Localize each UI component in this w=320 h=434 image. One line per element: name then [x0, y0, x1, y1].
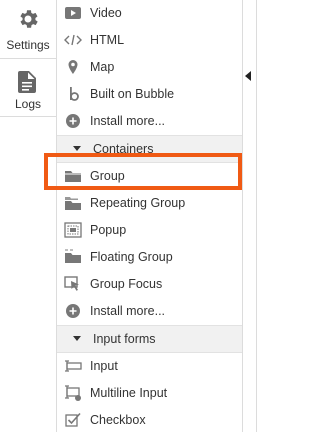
element-multiline-input[interactable]: Multiline Input	[57, 380, 242, 407]
element-label: Group Focus	[90, 277, 163, 291]
floating-folder-icon	[65, 249, 81, 263]
element-input[interactable]: Input	[57, 353, 242, 380]
settings-label: Settings	[6, 38, 50, 52]
element-label: Floating Group	[90, 250, 173, 264]
element-map[interactable]: Map	[57, 54, 242, 81]
element-label: Multiline Input	[90, 386, 168, 400]
panel-divider	[256, 0, 257, 432]
popup-icon	[64, 222, 82, 238]
element-floating-group[interactable]: Floating Group	[57, 244, 242, 271]
element-built-on-bubble[interactable]: Built on Bubble	[57, 81, 242, 108]
plus-circle-icon	[66, 114, 80, 128]
element-label: Built on Bubble	[90, 87, 175, 101]
element-popup[interactable]: Popup	[57, 217, 242, 244]
element-repeating-group[interactable]: Repeating Group	[57, 190, 242, 217]
element-label: Install more...	[90, 114, 166, 128]
gear-icon	[20, 10, 38, 28]
left-nav: Settings Logs	[0, 0, 57, 432]
element-label: Map	[90, 60, 115, 74]
collapse-panel-icon[interactable]	[245, 71, 251, 81]
input-icon	[65, 360, 82, 372]
element-label: Checkbox	[90, 413, 146, 427]
logs-label: Logs	[14, 97, 42, 111]
map-pin-icon	[68, 60, 78, 74]
section-input-forms[interactable]: Input forms	[57, 325, 242, 353]
group-focus-icon	[64, 276, 79, 291]
element-label: Install more...	[90, 304, 166, 318]
document-icon	[18, 71, 36, 93]
element-label: HTML	[90, 33, 125, 47]
multiline-input-icon	[65, 385, 81, 401]
settings-tab[interactable]: Settings	[0, 0, 56, 59]
section-title: Input forms	[93, 332, 156, 346]
element-label: Input	[90, 359, 118, 373]
element-group-focus[interactable]: Group Focus	[57, 271, 242, 298]
bubble-logo-icon	[70, 87, 79, 101]
caret-down-icon	[73, 146, 81, 151]
highlight-box	[44, 153, 242, 190]
folder-stack-icon	[65, 197, 81, 210]
element-html[interactable]: HTML	[57, 27, 242, 54]
plus-circle-icon	[66, 304, 80, 318]
code-icon	[64, 34, 82, 46]
element-label: Video	[90, 6, 122, 20]
video-icon	[65, 7, 81, 19]
element-video[interactable]: Video	[57, 0, 242, 27]
elements-panel: Video HTML Map Built on Bubble Install m…	[57, 0, 243, 432]
element-label: Popup	[90, 223, 127, 237]
element-label: Repeating Group	[90, 196, 186, 210]
element-checkbox[interactable]: Checkbox	[57, 407, 242, 434]
install-more-containers[interactable]: Install more...	[57, 298, 242, 325]
caret-down-icon	[73, 336, 81, 341]
install-more-visual[interactable]: Install more...	[57, 108, 242, 135]
logs-tab[interactable]: Logs	[0, 59, 56, 117]
checkbox-icon	[65, 412, 81, 427]
